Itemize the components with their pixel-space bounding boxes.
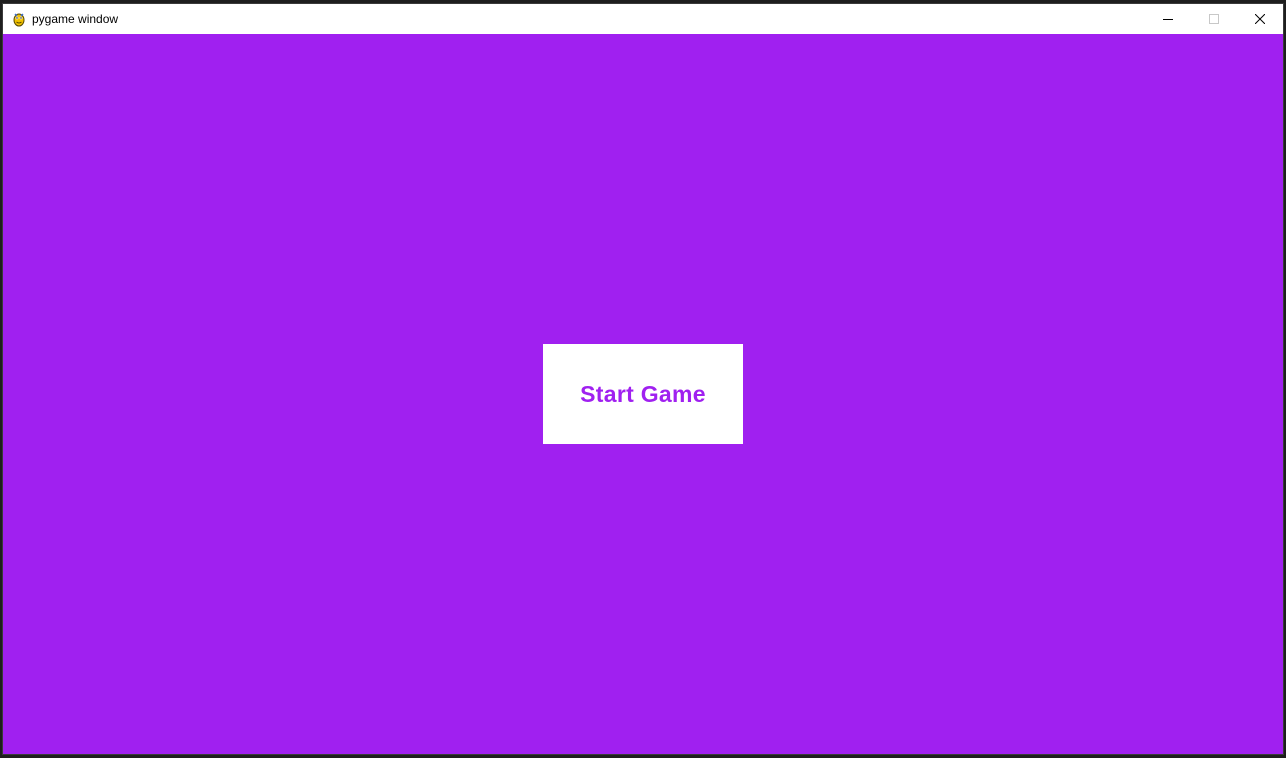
pygame-window: pygame window Start Game: [3, 4, 1283, 754]
pygame-snake-icon: [11, 11, 27, 27]
editor-background-bottom-strip: [0, 754, 1286, 758]
window-title: pygame window: [32, 12, 119, 26]
game-canvas[interactable]: Start Game: [3, 34, 1283, 754]
minimize-icon: [1163, 14, 1173, 24]
window-titlebar[interactable]: pygame window: [3, 4, 1283, 34]
close-icon: [1255, 14, 1265, 24]
minimize-button[interactable]: [1145, 4, 1191, 34]
maximize-button[interactable]: [1191, 4, 1237, 34]
start-game-label: Start Game: [580, 380, 706, 407]
start-game-button[interactable]: Start Game: [543, 344, 743, 444]
maximize-icon: [1209, 14, 1219, 24]
close-button[interactable]: [1237, 4, 1283, 34]
